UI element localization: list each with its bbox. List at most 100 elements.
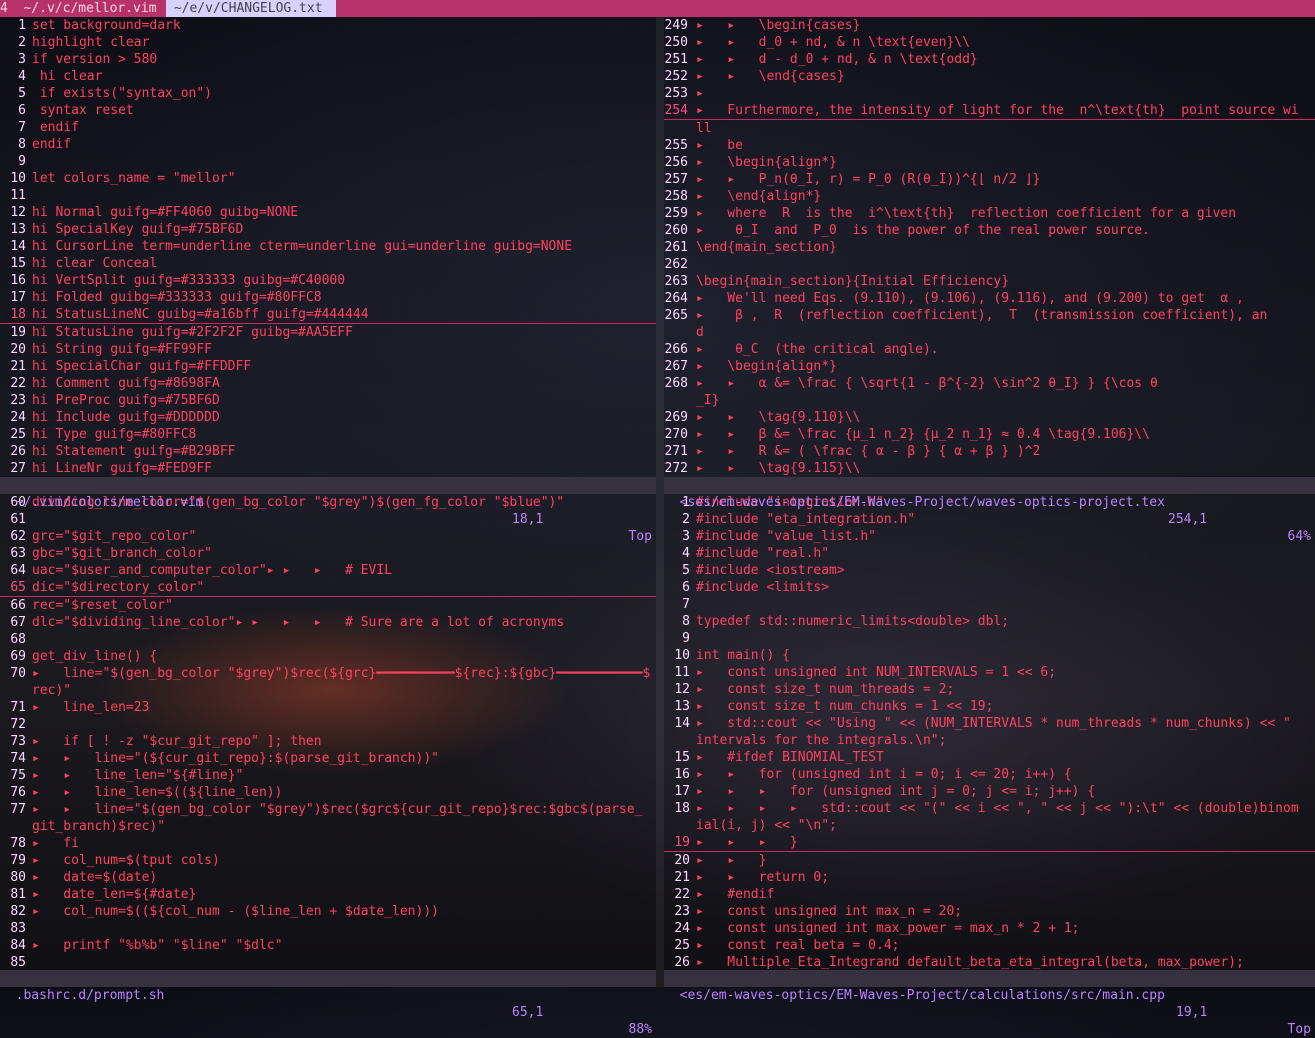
code-line[interactable]: rec)" (0, 682, 656, 699)
code-line[interactable]: 15 hi clear Conceal (0, 255, 656, 272)
code-line[interactable]: 251 ▸ ▸ d - d_0 + nd, & n \text{odd} (664, 51, 1315, 68)
code-line[interactable]: 3 #include "value_list.h" (664, 528, 1315, 545)
code-line[interactable]: 61 (0, 511, 656, 528)
code-line[interactable]: 9 (0, 153, 656, 170)
code-line[interactable]: 66 rec="$reset_color" (0, 597, 656, 614)
code-line[interactable]: 5 #include <iostream> (664, 562, 1315, 579)
code-line[interactable]: 6 #include <limits> (664, 579, 1315, 596)
code-line[interactable]: 265 ▸ β , R (reflection coefficient), T (… (664, 307, 1315, 324)
code-line[interactable]: 271 ▸ ▸ R &= ( \frac { α - β } { α + β } … (664, 443, 1315, 460)
code-line[interactable]: 9 (664, 630, 1315, 647)
code-line[interactable]: 11 ▸ const unsigned int NUM_INTERVALS = 1… (664, 664, 1315, 681)
code-line[interactable]: ial(i, j) << "\n"; (664, 817, 1315, 834)
code-line[interactable]: 264 ▸ We'll need Eqs. (9.110), (9.106), (… (664, 290, 1315, 307)
code-line[interactable]: 71 ▸ line_len=23 (0, 699, 656, 716)
code-line[interactable]: 3 if version > 580 (0, 51, 656, 68)
code-line[interactable]: 27 hi LineNr guifg=#FED9FF (0, 460, 656, 477)
tab-mellor-vim[interactable]: 4 ~/.v/c/mellor.vim (0, 0, 166, 17)
tab-changelog[interactable]: ~/e/v/CHANGELOG.txt (166, 0, 336, 17)
code-line[interactable]: 257 ▸ ▸ P_n(θ_I, r) = P_0 (R(θ_I))^{⌊ n/2… (664, 171, 1315, 188)
cursor-line[interactable]: 19 ▸ ▸ ▸ } (664, 834, 1315, 852)
code-line[interactable]: 10 int main() { (664, 647, 1315, 664)
code-line[interactable]: 266 ▸ θ_C (the critical angle). (664, 341, 1315, 358)
code-line[interactable]: 2 highlight clear (0, 34, 656, 51)
code-line[interactable]: 26 ▸ Multiple_Eta_Integrand default_beta_… (664, 954, 1315, 970)
code-line[interactable]: 25 ▸ const real beta = 0.4; (664, 937, 1315, 954)
code-line[interactable]: 11 (0, 187, 656, 204)
code-line[interactable]: 79 ▸ col_num=$(tput cols) (0, 852, 656, 869)
code-line[interactable]: 4 #include "real.h" (664, 545, 1315, 562)
editor-pane-main-cpp[interactable]: 1#include "integration.h"2#include "eta_… (664, 494, 1315, 970)
code-line[interactable]: 272 ▸ ▸ \tag{9.115}\\ (664, 460, 1315, 477)
code-line[interactable]: 74 ▸ ▸ line="(${cur_git_repo}:$(parse_git… (0, 750, 656, 767)
code-line[interactable]: 1 set background=dark (0, 17, 656, 34)
code-line[interactable]: 262 (664, 256, 1315, 273)
code-line[interactable]: 81 ▸ date_len=${#date} (0, 886, 656, 903)
editor-pane-mellor-vim[interactable]: 1 set background=dark 2 highlight clear 3 if … (0, 17, 656, 477)
code-line[interactable]: 14 ▸ std::cout << "Using " << (NUM_INTERV… (664, 715, 1315, 732)
code-line[interactable]: 258 ▸ \end{align*} (664, 188, 1315, 205)
code-line[interactable]: 270 ▸ ▸ β &= \frac {μ_1 n_2} {μ_2 n_1} ≈ … (664, 426, 1315, 443)
code-line[interactable]: 20 hi String guifg=#FF99FF (0, 341, 656, 358)
code-line[interactable]: 82 ▸ col_num=$((${col_num - ($line_len + … (0, 903, 656, 920)
code-line[interactable]: 17 hi Folded guibg=#333333 guifg=#80FFC8 (0, 289, 656, 306)
code-line[interactable]: 19 hi StatusLine guifg=#2F2F2F guibg=#AA5… (0, 324, 656, 341)
code-line[interactable]: d (664, 324, 1315, 341)
code-line[interactable]: 69 get_div_line() { (0, 648, 656, 665)
vertical-split[interactable] (656, 17, 664, 987)
code-line[interactable]: 80 ▸ date=$(date) (0, 869, 656, 886)
code-line[interactable]: 64 uac="$user_and_computer_color"▸ ▸ ▸ # … (0, 562, 656, 579)
code-line[interactable]: 25 hi Type guifg=#80FFC8 (0, 426, 656, 443)
code-line[interactable]: 253 ▸ (664, 85, 1315, 102)
code-line[interactable]: 21 ▸ ▸ return 0; (664, 869, 1315, 886)
code-line[interactable]: 22 hi Comment guifg=#8698FA (0, 375, 656, 392)
code-line[interactable]: 260 ▸ θ_I and P_0 is the power of the rea… (664, 222, 1315, 239)
code-line[interactable]: 63 gbc="$git_branch_color" (0, 545, 656, 562)
code-line[interactable]: git_branch)$rec)" (0, 818, 656, 835)
code-line[interactable]: 16 hi VertSplit guifg=#333333 guibg=#C400… (0, 272, 656, 289)
code-line[interactable]: 7 (664, 596, 1315, 613)
code-line[interactable]: 256 ▸ \begin{align*} (664, 154, 1315, 171)
code-line[interactable]: 255 ▸ be (664, 137, 1315, 154)
code-line[interactable]: 268 ▸ ▸ α &= \frac { \sqrt{1 - β^{-2} \si… (664, 375, 1315, 392)
code-line[interactable]: 16 ▸ ▸ for (unsigned int i = 0; i <= 20; … (664, 766, 1315, 783)
code-line[interactable]: 263 \begin{main_section}{Initial Efficien… (664, 273, 1315, 290)
editor-pane-prompt-sh[interactable]: 60dividing_line_color="$(gen_bg_color "$… (0, 494, 656, 970)
code-line[interactable]: 13 hi SpecialKey guifg=#75BF6D (0, 221, 656, 238)
code-line[interactable]: 62 grc="$git_repo_color" (0, 528, 656, 545)
code-line[interactable]: 2 #include "eta_integration.h" (664, 511, 1315, 528)
code-line[interactable]: 23 hi PreProc guifg=#75BF6D (0, 392, 656, 409)
code-line[interactable]: 267 ▸ \begin{align*} (664, 358, 1315, 375)
code-line[interactable]: 84 ▸ printf "%b%b" "$line" "$dlc" (0, 937, 656, 954)
code-line[interactable]: 252 ▸ ▸ \end{cases} (664, 68, 1315, 85)
code-line[interactable]: 12 hi Normal guifg=#FF4060 guibg=NONE (0, 204, 656, 221)
code-line[interactable]: 78 ▸ fi (0, 835, 656, 852)
code-line[interactable]: 17 ▸ ▸ ▸ for (unsigned int j = 0; j <= i;… (664, 783, 1315, 800)
code-line[interactable]: 77 ▸ ▸ line="$(gen_bg_color "$grey")$rec(… (0, 801, 656, 818)
cursor-line[interactable]: 254 ▸ Furthermore, the intensity of light… (664, 102, 1315, 120)
code-line[interactable]: 21 hi SpecialChar guifg=#FFDDFF (0, 358, 656, 375)
code-line[interactable]: 8 endif (0, 136, 656, 153)
cursor-line[interactable]: 18 hi StatusLineNC guibg=#a16bff guifg=#4… (0, 306, 656, 324)
code-line[interactable]: 4 hi clear (0, 68, 656, 85)
code-line[interactable]: 24 hi Include guifg=#DDDDDD (0, 409, 656, 426)
code-line[interactable]: 10 let colors_name = "mellor" (0, 170, 656, 187)
code-line[interactable]: 70 ▸ line="$(gen_bg_color "$grey")$rec(${… (0, 665, 656, 682)
code-line[interactable]: intervals for the integrals.\n"; (664, 732, 1315, 749)
code-line[interactable]: 250 ▸ ▸ d_0 + nd, & n \text{even}\\ (664, 34, 1315, 51)
code-line[interactable]: 67 dlc="$dividing_line_color"▸ ▸ ▸ ▸ # Su… (0, 614, 656, 631)
editor-pane-waves-tex[interactable]: 249 ▸ ▸ \begin{cases} 250 ▸ ▸ d_0 + nd, & n… (664, 17, 1315, 477)
code-line[interactable]: 13 ▸ const size_t num_chunks = 1 << 19; (664, 698, 1315, 715)
code-line[interactable]: 68 (0, 631, 656, 648)
code-line[interactable]: 76 ▸ ▸ line_len=$((${line_len)) (0, 784, 656, 801)
code-line[interactable]: 23 ▸ const unsigned int max_n = 20; (664, 903, 1315, 920)
code-line[interactable]: 72 (0, 716, 656, 733)
code-line[interactable]: 249 ▸ ▸ \begin{cases} (664, 17, 1315, 34)
code-line[interactable]: 15 ▸ #ifdef BINOMIAL_TEST (664, 749, 1315, 766)
code-line[interactable]: 12 ▸ const size_t num_threads = 2; (664, 681, 1315, 698)
code-line[interactable]: 14 hi CursorLine term=underline cterm=und… (0, 238, 656, 255)
code-line[interactable]: 7 endif (0, 119, 656, 136)
code-line[interactable]: _I} (664, 392, 1315, 409)
code-line[interactable]: 24 ▸ const unsigned int max_power = max_n… (664, 920, 1315, 937)
code-line[interactable]: ll (664, 120, 1315, 137)
